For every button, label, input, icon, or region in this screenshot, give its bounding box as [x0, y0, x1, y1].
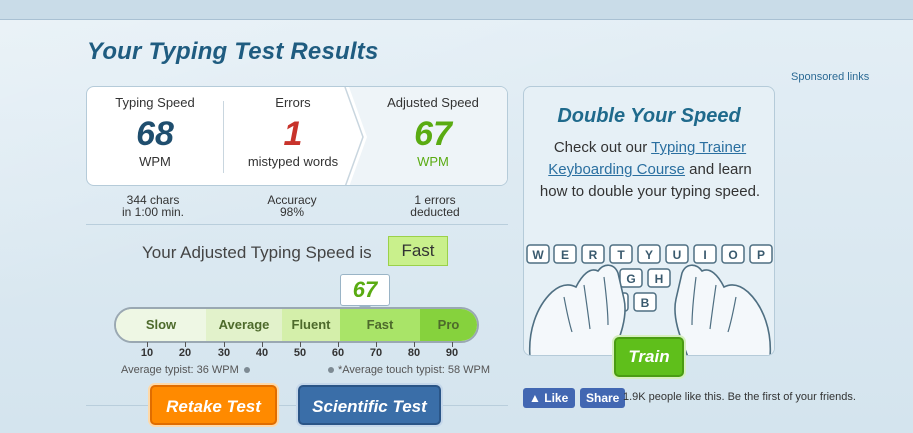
touch-typist-marker: [328, 367, 334, 373]
adjusted-speed-label: Adjusted Speed: [387, 95, 479, 110]
accuracy-detail: Accuracy 98%: [236, 194, 348, 218]
key-label: T: [617, 248, 625, 262]
errors-block: Errors 1 mistyped words: [229, 95, 357, 169]
chars-detail: 344 chars in 1:00 min.: [100, 194, 206, 218]
scale-tick-label: 70: [369, 347, 383, 359]
rating-label: Your Adjusted Typing Speed is: [142, 243, 372, 262]
errors-unit: mistyped words: [247, 154, 339, 169]
scale-tick-label: 20: [178, 347, 192, 359]
speed-marker: 67: [340, 274, 390, 306]
sponsored-links-label: Sponsored links: [791, 71, 870, 83]
train-button[interactable]: Train: [614, 337, 684, 377]
touch-typist-note: *Average touch typist: 58 WPM: [338, 364, 491, 376]
scale-segment-fast: Fast: [340, 309, 420, 341]
retake-test-button[interactable]: Retake Test: [150, 385, 277, 425]
promo-title: Double Your Speed: [557, 105, 741, 127]
scale-segment-fluent: Fluent: [282, 309, 340, 341]
bottom-divider-mid: [277, 405, 298, 406]
facebook-like-count: 1.9K people like this. Be the first of y…: [623, 391, 856, 403]
scientific-test-button[interactable]: Scientific Test: [298, 385, 441, 425]
key-label: E: [561, 248, 569, 262]
adjusted-speed-block: Adjusted Speed 67 WPM: [372, 95, 494, 169]
key-label: I: [703, 248, 706, 262]
key-label: O: [728, 248, 737, 262]
errors-label: Errors: [275, 95, 311, 110]
typing-speed-label: Typing Speed: [115, 95, 195, 110]
key-label: R: [589, 248, 598, 262]
accuracy-value: 98%: [279, 205, 305, 219]
scale-tick-label: 40: [255, 347, 269, 359]
typing-speed-value: 68: [136, 115, 174, 153]
scale-segment-pro: Pro: [420, 309, 477, 341]
promo-text: Check out our Typing Trainer Keyboarding…: [538, 137, 762, 203]
bottom-divider-left: [86, 405, 150, 406]
speed-scale: Slow Average Fluent Fast Pro: [114, 307, 479, 343]
chars-time: in 1:00 min.: [121, 205, 185, 219]
results-divider: [223, 101, 224, 173]
adjusted-speed-unit: WPM: [417, 154, 449, 169]
typing-trainer-link[interactable]: Typing Trainer: [651, 139, 746, 156]
scale-segment-slow: Slow: [116, 309, 206, 341]
average-typist-note: Average typist: 36 WPM: [121, 364, 239, 376]
key-label: B: [641, 296, 650, 310]
like-label: Like: [544, 391, 569, 405]
promo-box: Double Your Speed Check out our Typing T…: [523, 86, 775, 356]
section-divider: [86, 224, 508, 225]
bottom-divider-right: [441, 405, 508, 406]
deducted-label: deducted: [410, 205, 460, 219]
scale-tick-label: 30: [217, 347, 231, 359]
facebook-like-button[interactable]: ▲ Like: [523, 388, 575, 408]
rating-badge: Fast: [388, 236, 448, 266]
key-label: U: [673, 248, 682, 262]
key-label: Y: [645, 248, 653, 262]
scale-ticks: 10 20 30 40 50 60 70 80 90: [114, 342, 479, 362]
scale-tick-label: 80: [407, 347, 421, 359]
deducted-detail: 1 errors deducted: [380, 194, 490, 218]
keyboarding-course-link[interactable]: Keyboarding Course: [548, 161, 685, 178]
adjusted-speed-value: 67: [414, 115, 452, 153]
promo-text-before: Check out our: [553, 139, 652, 156]
key-label: W: [532, 248, 544, 262]
key-label: G: [626, 272, 635, 286]
key-label: H: [655, 272, 664, 286]
thumbs-up-icon: ▲: [529, 391, 541, 405]
results-card: Typing Speed 68 WPM Errors 1 mistyped wo…: [86, 86, 508, 186]
page-title: Your Typing Test Results: [87, 38, 379, 65]
scale-segment-average: Average: [206, 309, 282, 341]
key-label: P: [757, 248, 765, 262]
errors-value: 1: [283, 115, 303, 153]
top-bar: [0, 0, 913, 20]
scale-tick-label: 60: [331, 347, 345, 359]
typing-speed-block: Typing Speed 68 WPM: [95, 95, 215, 169]
scale-tick-label: 50: [293, 347, 307, 359]
average-typist-marker: [244, 367, 250, 373]
scale-tick-label: 10: [140, 347, 154, 359]
facebook-share-button[interactable]: Share: [580, 388, 625, 408]
typing-speed-unit: WPM: [139, 154, 171, 169]
scale-tick-label: 90: [445, 347, 459, 359]
